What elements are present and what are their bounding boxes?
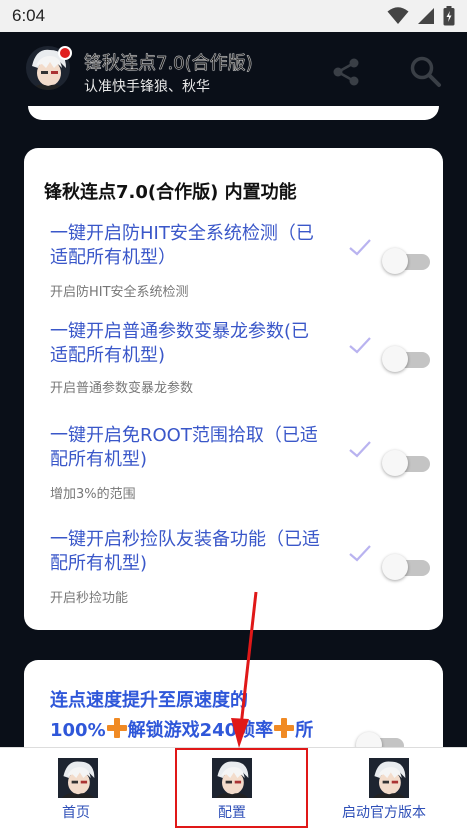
annotation-highlight-box: [175, 748, 308, 828]
toggle-switch[interactable]: [382, 450, 430, 476]
feature-description: 开启普通参数变暴龙参数: [50, 381, 194, 396]
app-title: 锋秋连点7.0(合作版): [84, 53, 253, 74]
feature-label: 一键开启秒捡队友装备功能（已适配所有机型): [50, 529, 320, 574]
feature-label: 一键开启免ROOT范围拾取（已适配所有机型): [50, 425, 318, 470]
search-icon[interactable]: [408, 54, 442, 88]
notification-dot: [58, 46, 72, 60]
promo-tail: 所: [295, 720, 314, 741]
plus-icon: [273, 717, 295, 739]
nav-avatar: [369, 758, 409, 798]
nav-item-home[interactable]: 首页: [40, 748, 116, 830]
toggle-switch[interactable]: [382, 554, 430, 580]
feature-item-pickup: 一键开启秒捡队友装备功能（已适配所有机型) 开启秒捡功能: [50, 528, 430, 608]
toggle-knob: [382, 450, 408, 476]
toggle-knob: [382, 346, 408, 372]
nav-avatar-image: [369, 758, 409, 798]
promo-line-1: 连点速度提升至原速度的: [50, 690, 248, 711]
promo-fps: 解锁游戏240帧率: [127, 720, 274, 741]
check-icon: [349, 441, 371, 458]
feature-description: 增加3%的范围: [50, 487, 136, 502]
nav-avatar-image: [58, 758, 98, 798]
signal-icon: [418, 8, 434, 24]
check-icon: [349, 545, 371, 562]
features-card: 锋秋连点7.0(合作版) 内置功能 一键开启防HIT安全系统检测（已适配所有机型…: [24, 148, 443, 630]
feature-item-root-range: 一键开启免ROOT范围拾取（已适配所有机型) 增加3%的范围: [50, 424, 430, 504]
card-title: 锋秋连点7.0(合作版) 内置功能: [44, 182, 297, 203]
feature-item-anti-hit: 一键开启防HIT安全系统检测（已适配所有机型） 开启防HIT安全系统检测: [50, 222, 430, 302]
check-icon: [349, 337, 371, 354]
feature-description: 开启秒捡功能: [50, 591, 129, 606]
nav-label: 启动官方版本: [342, 805, 426, 821]
status-bar: 6:04: [0, 0, 467, 32]
check-icon: [349, 239, 371, 256]
app-subtitle: 认准快手锋狼、秋华: [84, 79, 210, 95]
wifi-icon: [387, 7, 409, 24]
feature-description: 开启防HIT安全系统检测: [50, 285, 189, 300]
battery-icon: [443, 6, 455, 26]
status-time: 6:04: [12, 6, 46, 25]
nav-avatar: [58, 758, 98, 798]
toggle-knob: [382, 248, 408, 274]
nav-item-launch-official[interactable]: 启动官方版本: [336, 748, 446, 830]
feature-label: 一键开启普通参数变暴龙参数(已适配所有机型): [50, 321, 310, 366]
toggle-switch[interactable]: [382, 248, 430, 274]
feature-label: 一键开启防HIT安全系统检测（已适配所有机型）: [50, 223, 314, 268]
app-header: 锋秋连点7.0(合作版) 认准快手锋狼、秋华: [0, 32, 467, 106]
promo-text: 连点速度提升至原速度的 100% 解锁游戏240帧率所: [50, 686, 350, 746]
toggle-knob: [382, 554, 408, 580]
nav-label: 首页: [62, 805, 90, 821]
status-icons: [387, 6, 455, 26]
plus-icon: [106, 717, 128, 739]
feature-item-param: 一键开启普通参数变暴龙参数(已适配所有机型) 开启普通参数变暴龙参数: [50, 320, 430, 400]
promo-percent: 100%: [50, 720, 106, 741]
promo-line-2: 100% 解锁游戏240帧率所: [50, 716, 350, 746]
share-icon[interactable]: [330, 56, 362, 88]
toggle-switch[interactable]: [382, 346, 430, 372]
